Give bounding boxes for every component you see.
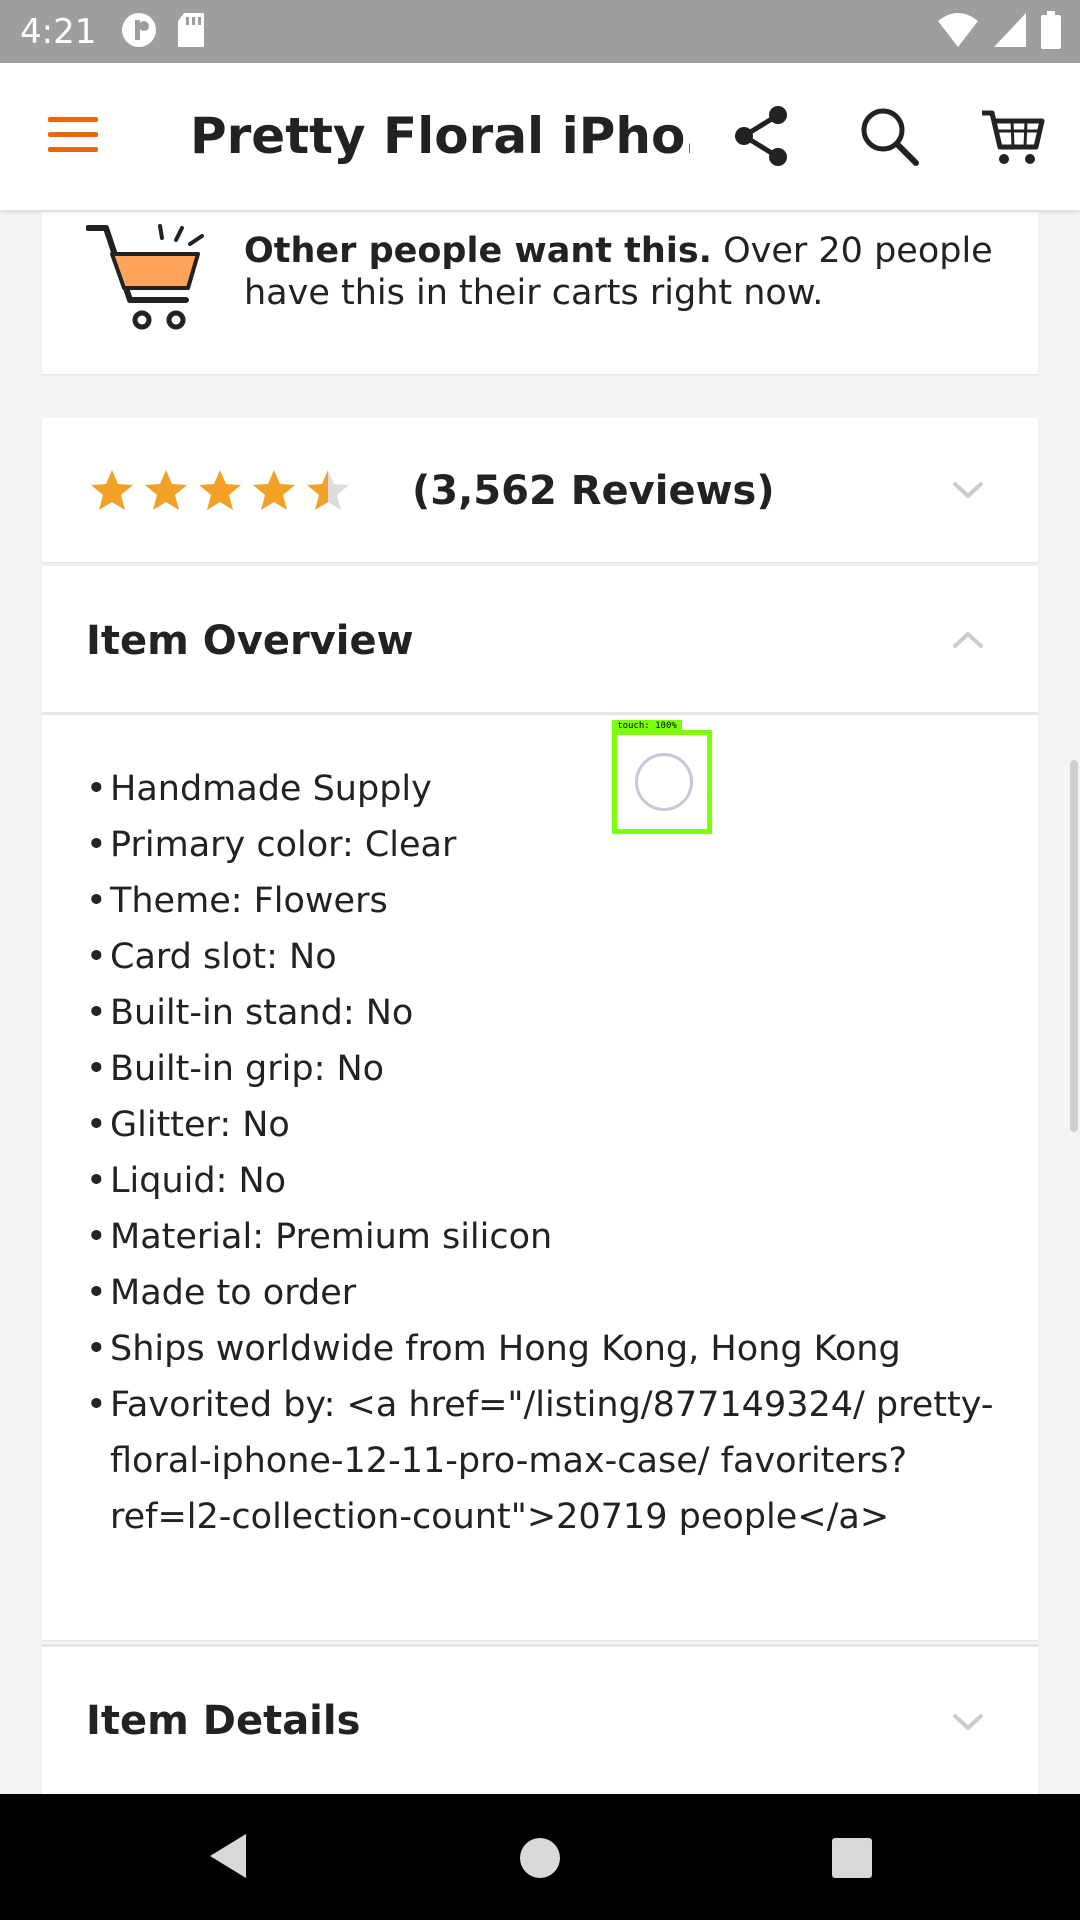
- status-bar: 4:21: [0, 0, 1080, 63]
- star-rating: [90, 468, 350, 512]
- touch-circle: [635, 753, 693, 811]
- item-details-card[interactable]: Item Details: [42, 1644, 1038, 1794]
- star-icon: [253, 470, 295, 510]
- cart-notice-bold: Other people want this.: [244, 231, 712, 271]
- divider: [42, 1644, 1038, 1647]
- overview-list-item: Material: Premium silicon: [86, 1209, 1006, 1265]
- item-details-title[interactable]: Item Details: [86, 1698, 360, 1744]
- star-icon: [145, 470, 187, 510]
- status-icons-right: [936, 11, 1062, 49]
- chevron-up-icon[interactable]: [952, 630, 984, 650]
- overview-list-item: Liquid: No: [86, 1153, 1006, 1209]
- item-overview-title[interactable]: Item Overview: [86, 618, 414, 664]
- star-icon: [91, 470, 133, 510]
- overview-list-item: Handmade Supply: [86, 761, 1006, 817]
- overview-list-item: Favorited by: <a href="/listing/87714932…: [86, 1377, 1006, 1545]
- overview-list-item: Built-in stand: No: [86, 985, 1006, 1041]
- sd-card-icon: [178, 13, 204, 47]
- touch-indicator: [612, 730, 712, 834]
- battery-icon: [1041, 11, 1061, 49]
- scrollbar[interactable]: [1070, 760, 1078, 1132]
- overview-list-item: Glitter: No: [86, 1097, 1006, 1153]
- overview-list-item: Primary color: Clear: [86, 817, 1006, 873]
- chevron-down-icon[interactable]: [952, 1712, 984, 1732]
- share-icon[interactable]: [730, 103, 796, 169]
- item-overview-card: Item Overview Handmade SupplyPrimary col…: [42, 566, 1038, 1640]
- star-icon: [199, 470, 241, 510]
- recent-apps-icon[interactable]: [826, 1832, 878, 1884]
- shopping-cart-icon: [86, 224, 204, 330]
- page-title: Pretty Floral iPho…: [190, 107, 690, 165]
- wifi-icon: [938, 13, 978, 47]
- back-icon[interactable]: [200, 1826, 260, 1886]
- touch-label: touch: 100%: [612, 720, 682, 732]
- divider: [42, 712, 1038, 715]
- menu-icon[interactable]: [48, 113, 98, 157]
- item-overview-list: Handmade SupplyPrimary color: ClearTheme…: [86, 761, 1006, 1545]
- signal-icon: [994, 13, 1026, 47]
- cart-notice-card: Other people want this. Over 20 people h…: [42, 212, 1038, 374]
- overview-list-item: Ships worldwide from Hong Kong, Hong Kon…: [86, 1321, 1006, 1377]
- overview-list-item: Built-in grip: No: [86, 1041, 1006, 1097]
- status-time: 4:21: [20, 12, 97, 52]
- overview-list-item: Theme: Flowers: [86, 873, 1006, 929]
- chevron-down-icon[interactable]: [952, 480, 984, 500]
- overview-list-item: Made to order: [86, 1265, 1006, 1321]
- cart-notice-text: Other people want this. Over 20 people h…: [244, 230, 1004, 314]
- reviews-count[interactable]: (3,562 Reviews): [412, 468, 775, 514]
- reviews-row[interactable]: (3,562 Reviews): [42, 418, 1038, 562]
- home-icon[interactable]: [512, 1830, 568, 1886]
- status-icons-left: [120, 11, 206, 49]
- notification-icon: [122, 13, 156, 47]
- overview-list-item: Card slot: No: [86, 929, 1006, 985]
- app-bar: Pretty Floral iPho…: [0, 63, 1080, 210]
- cart-icon[interactable]: [980, 103, 1046, 169]
- navigation-bar: [0, 1794, 1080, 1920]
- half-star-icon: [307, 470, 349, 510]
- search-icon[interactable]: [856, 103, 922, 169]
